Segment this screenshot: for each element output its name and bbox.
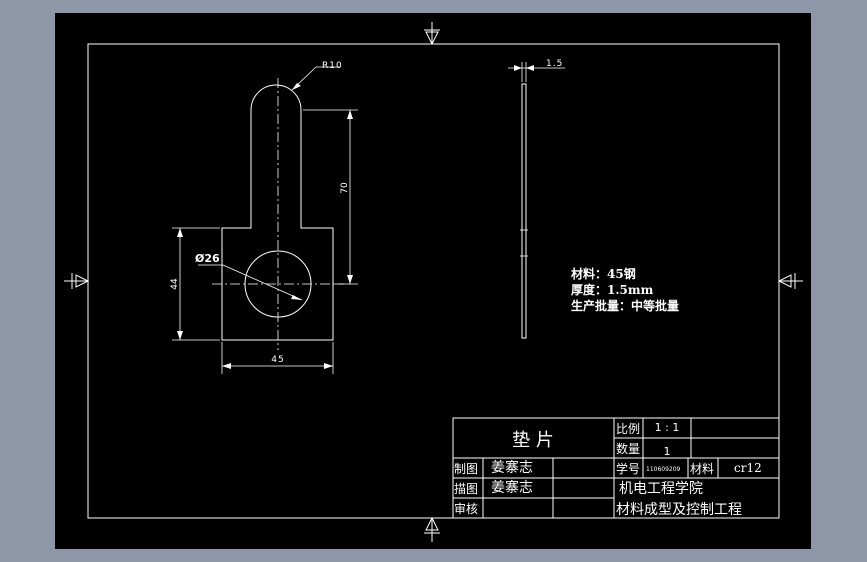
school-name: 机电工程学院 xyxy=(619,481,703,497)
part-name: 垫 片 xyxy=(512,430,554,451)
qty-label: 数量 xyxy=(616,441,640,456)
note-material: 材料：45钢 xyxy=(570,266,636,281)
material-label: 材料 xyxy=(690,462,714,476)
width-dim-label: 45 xyxy=(271,355,284,365)
review-label: 审核 xyxy=(454,501,478,516)
diameter-dim-label: Ø26 xyxy=(195,252,220,265)
note-batch: 生产批量：中等批量 xyxy=(571,298,679,313)
student-id-label: 学号 xyxy=(616,461,640,476)
note-thickness: 厚度：1.5mm xyxy=(571,282,654,297)
thickness-dim-label: 1.5 xyxy=(546,59,563,69)
qty-value: 1 xyxy=(664,445,671,458)
cad-drawing-canvas: R10 70 44 45 Ø26 1.5 材料：45钢 厚度：1.5mm 生产批… xyxy=(55,13,811,549)
scale-value: 1 : 1 xyxy=(655,421,680,434)
drawn-label: 制图 xyxy=(454,462,478,476)
material-value: cr12 xyxy=(734,461,762,475)
height-dim-label: 70 xyxy=(340,182,350,194)
radius-dim-label: R10 xyxy=(322,61,343,71)
scale-label: 比例 xyxy=(616,422,640,436)
student-id: 110609209 xyxy=(646,466,681,473)
traced-by: 姜寨志 xyxy=(491,479,533,496)
traced-label: 描图 xyxy=(454,482,478,496)
drawn-by: 姜寨志 xyxy=(491,459,533,476)
major-name: 材料成型及控制工程 xyxy=(616,502,742,518)
total-height-dim-label: 44 xyxy=(170,278,180,290)
